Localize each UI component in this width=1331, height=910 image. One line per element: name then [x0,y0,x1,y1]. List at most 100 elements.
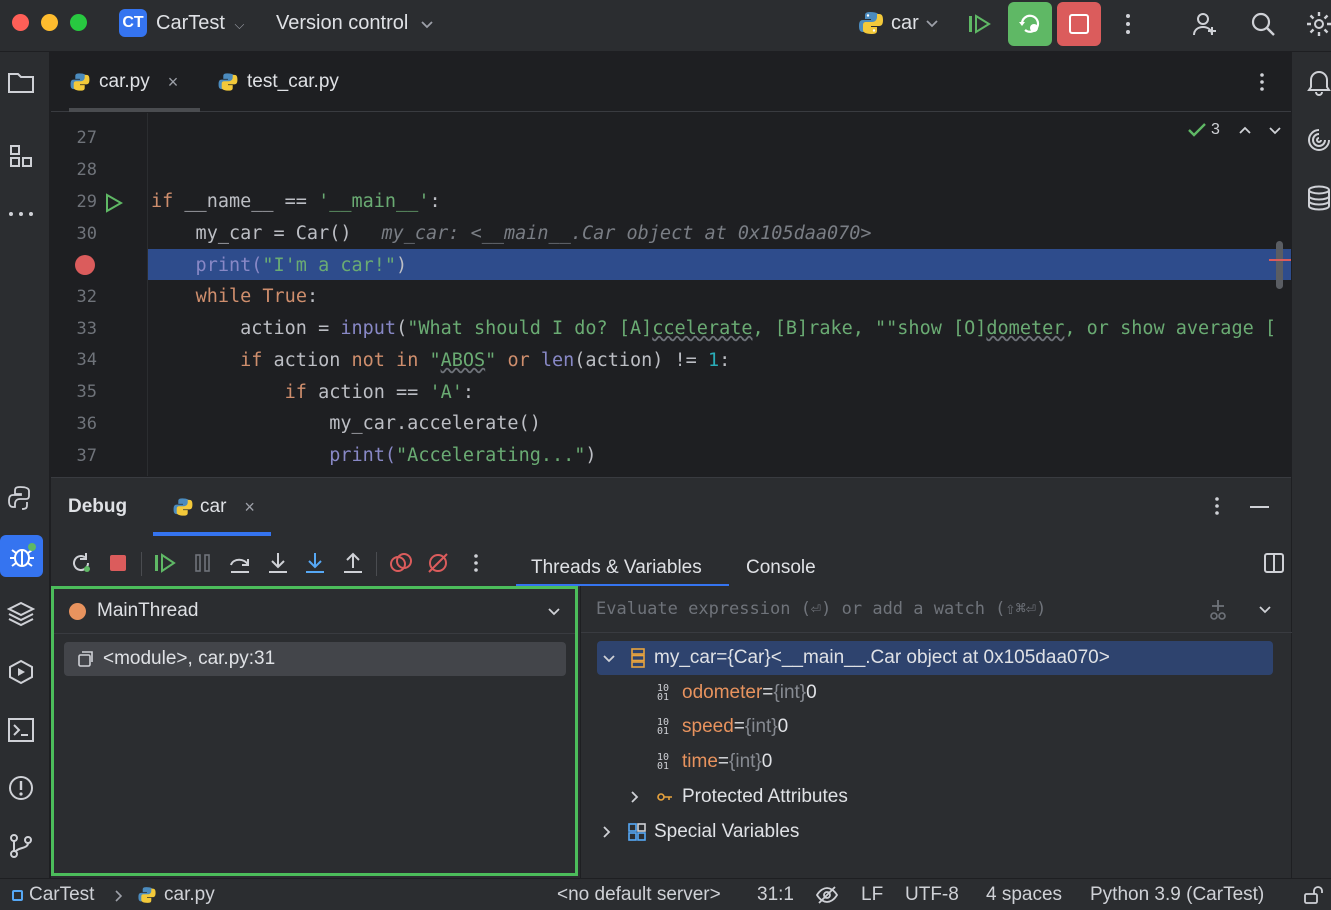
step-into-my-code-button[interactable] [301,549,329,577]
stop-button[interactable] [104,549,132,577]
group-special-variables[interactable]: Special Variables [601,815,799,849]
chevron-right-icon[interactable] [629,790,639,804]
frame-item[interactable]: <module>, car.py:31 [64,642,566,676]
inspection-count: 3 [1211,121,1220,138]
object-icon [631,648,645,668]
debug-tool-button[interactable] [0,535,43,577]
breakpoint-icon[interactable] [75,255,95,275]
layout-settings-button[interactable] [1263,552,1285,580]
chevron-down-icon[interactable] [1268,125,1282,135]
code-with-me-button[interactable] [1183,2,1227,46]
services-tool-button[interactable] [6,657,36,687]
tab-label: test_car.py [247,71,339,92]
file-encoding[interactable]: UTF-8 [905,884,959,906]
database-tool-button[interactable] [1304,183,1331,213]
mute-breakpoints-button[interactable] [424,549,452,577]
evaluate-expression-field[interactable]: Evaluate expression (⏎) or add a watch (… [581,586,1292,633]
close-tab-icon[interactable]: × [168,72,179,93]
rerun-debug-button[interactable] [1008,2,1052,46]
chevron-down-icon[interactable] [602,653,616,663]
inspection-widget[interactable]: 3 [1187,121,1282,139]
var-name: odometer [682,682,763,703]
breadcrumb-file[interactable]: car.py [137,884,215,906]
chevron-right-icon[interactable] [601,825,611,839]
line-number: 27 [76,128,97,148]
more-vertical-icon [1260,73,1264,91]
tab-car-py[interactable]: car.py × [69,52,200,112]
eye-off-icon[interactable] [815,885,839,905]
ai-assistant-button[interactable] [1304,125,1331,155]
tab-threads-variables[interactable]: Threads & Variables [531,548,702,588]
resume-program-button[interactable] [958,2,1002,46]
tab-options-button[interactable] [1251,70,1273,94]
group-label: Special Variables [654,821,800,842]
step-out-button[interactable] [339,549,367,577]
close-window-button[interactable] [12,14,29,31]
search-everywhere-button[interactable] [1241,2,1285,46]
pause-button[interactable] [189,549,217,577]
python-interpreter[interactable]: Python 3.9 (CarTest) [1090,884,1264,906]
toolbar-separator [376,552,377,576]
thread-status-icon [69,602,86,620]
breadcrumb-project[interactable]: CarTest [12,884,94,906]
run-config-selector[interactable]: car [857,9,939,37]
indent-setting[interactable]: 4 spaces [986,884,1062,906]
vcs-selector[interactable]: Version control [276,12,434,35]
add-watch-icon[interactable] [1206,597,1230,621]
debug-session-tab[interactable]: car × [172,478,255,536]
group-protected-attributes[interactable]: Protected Attributes [629,780,848,814]
python-console-icon [8,486,30,510]
terminal-tool-button[interactable] [6,715,36,745]
var-name: my_car [654,647,717,668]
chevron-down-icon [926,20,938,28]
project-selector[interactable]: CarTest ⌵ [156,12,244,35]
chevron-down-icon[interactable] [1258,604,1272,614]
chevron-down-icon [421,21,433,28]
chevron-up-icon[interactable] [1238,125,1252,135]
resume-icon [969,14,991,34]
lock-icon[interactable] [1303,885,1323,905]
tab-test-car-py[interactable]: test_car.py [217,52,339,112]
python-packages-tool-button[interactable] [6,599,36,629]
deployment-server[interactable]: <no default server> [557,884,721,906]
minimize-window-button[interactable] [41,14,58,31]
variable-row-time[interactable]: 10 01 time = {int} 0 [657,745,772,779]
structure-tool-button[interactable] [6,141,36,171]
run-gutter-button[interactable] [105,193,124,218]
tab-label: car.py [99,71,150,92]
python-console-tool-button[interactable] [6,483,36,513]
breakpoint-marker [1269,259,1291,261]
resume-button[interactable] [151,549,179,577]
rerun-button[interactable] [67,549,95,577]
debug-options-button[interactable] [1214,496,1220,522]
stop-button[interactable] [1057,2,1101,46]
variable-row-my-car[interactable]: my_car = {Car} <__main__.Car object at 0… [597,641,1273,675]
problems-tool-button[interactable] [6,773,36,803]
more-tools-button[interactable] [6,199,36,229]
step-over-button[interactable] [226,549,254,577]
settings-button[interactable] [1297,2,1331,46]
more-actions-button[interactable] [1106,2,1150,46]
tab-console[interactable]: Console [746,548,816,588]
minimize-icon[interactable] [1250,506,1269,508]
zoom-window-button[interactable] [70,14,87,31]
variable-row-odometer[interactable]: 10 01 odometer = {int} 0 [657,676,817,710]
code-editor[interactable]: 3 27 28 29 30 32 33 34 35 36 37 if __nam… [51,113,1291,476]
git-tool-button[interactable] [6,831,36,861]
line-number: 29 [76,192,97,212]
project-tool-button[interactable] [6,67,36,97]
left-tool-strip [0,52,50,878]
more-debug-actions-button[interactable] [462,549,490,577]
editor-scrollbar[interactable] [1276,241,1283,289]
project-badge[interactable]: CT [119,9,147,37]
step-into-button[interactable] [264,549,292,577]
notifications-button[interactable] [1304,67,1331,97]
variable-row-speed[interactable]: 10 01 speed = {int} 0 [657,710,788,744]
thread-selector[interactable]: MainThread [54,589,575,634]
code-line-36: my_car.accelerate() [151,413,541,434]
line-separator[interactable]: LF [861,884,883,906]
var-name: time [682,751,718,772]
caret-position[interactable]: 31:1 [757,884,794,906]
close-tab-icon[interactable]: × [244,497,255,518]
view-breakpoints-button[interactable] [387,549,415,577]
